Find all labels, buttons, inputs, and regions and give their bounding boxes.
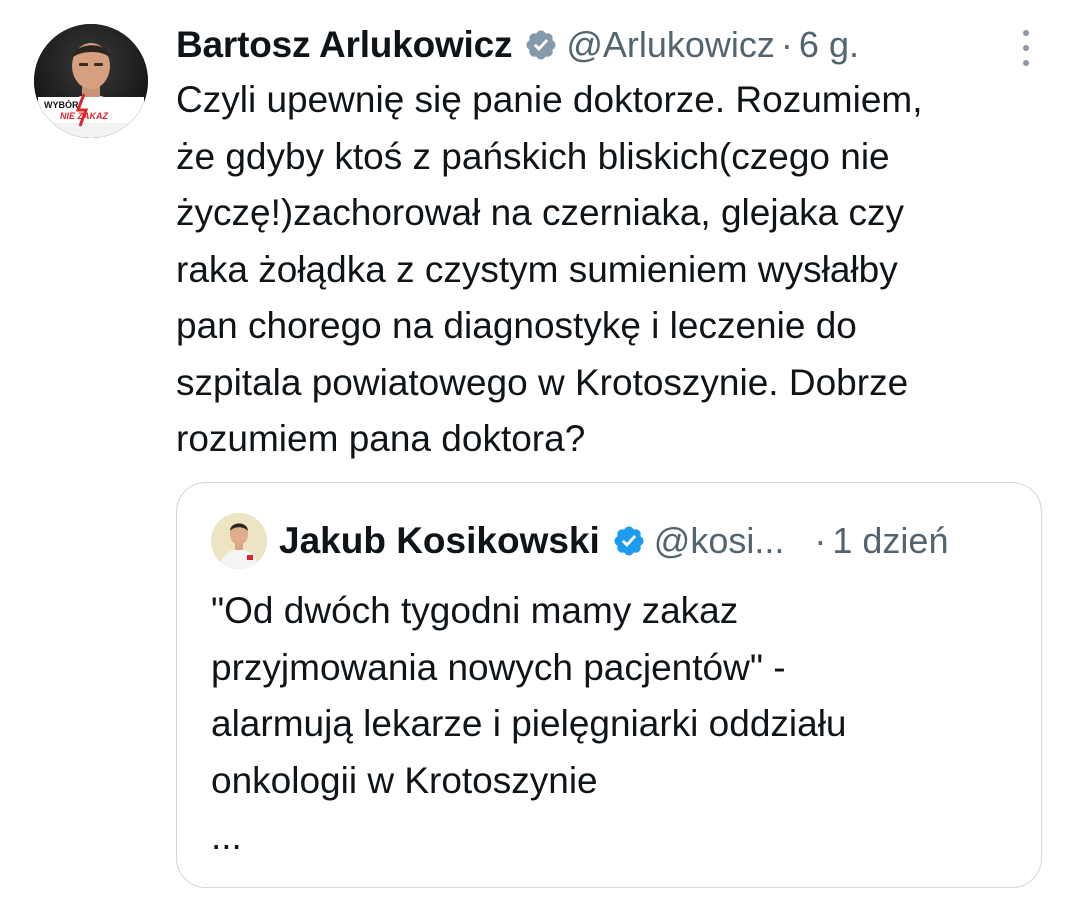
quoted-author-avatar[interactable] (211, 513, 267, 569)
quoted-text-line: alarmują lekarze i pielęgniarki oddziału (211, 703, 847, 744)
quoted-tweet-text: "Od dwóch tygodni mamy zakaz przyjmowani… (211, 583, 1021, 866)
quoted-text-line: przyjmowania nowych pacjentów" - (211, 646, 786, 688)
more-vertical-icon[interactable] (1018, 30, 1034, 66)
svg-text:WYBÓR: WYBÓR (44, 99, 79, 110)
more-dot (1023, 30, 1029, 36)
quoted-meta-separator: · (814, 520, 827, 561)
quoted-author-avatar-image (211, 513, 267, 569)
more-dot (1023, 60, 1029, 66)
tweet-text-line: raka żołądka z czystym sumieniem wysłałb… (176, 248, 898, 290)
author-avatar-image: WYBÓR NIE ZAKAZ (34, 24, 148, 138)
quoted-tweet-card[interactable]: Jakub Kosikowski @kosi... · 1 dzień "Od … (176, 482, 1042, 888)
quoted-text-line: "Od dwóch tygodni mamy zakaz (211, 590, 739, 631)
tweet-text: Czyli upewnię się panie doktorze. Rozumi… (176, 72, 1046, 468)
tweet-text-line: pan chorego na diagnostykę i leczenie do (176, 305, 857, 346)
quoted-author-handle[interactable]: @kosi... (654, 520, 785, 562)
tweet-text-line: rozumiem pana doktora? (176, 418, 586, 459)
verified-badge-icon (612, 524, 646, 558)
quoted-tweet-time[interactable]: 1 dzień (832, 520, 948, 562)
more-dot (1023, 45, 1029, 51)
tweet-text-line: Czyli upewnię się panie doktorze. Rozumi… (176, 79, 923, 120)
meta-separator: · (780, 24, 793, 65)
quoted-author-name[interactable]: Jakub Kosikowski (279, 520, 600, 562)
verified-badge-icon (524, 28, 558, 62)
author-avatar[interactable]: WYBÓR NIE ZAKAZ (34, 24, 148, 138)
tweet-time[interactable]: 6 g. (799, 24, 859, 66)
tweet-text-line: życzę!)zachorował na czerniaka, glejaka … (176, 192, 904, 233)
quoted-tweet-header: Jakub Kosikowski @kosi... · 1 dzień (279, 517, 948, 565)
tweet-text-line: szpitala powiatowego w Krotoszynie. Dobr… (176, 361, 909, 403)
quoted-text-ellipsis: ... (211, 816, 242, 857)
author-handle[interactable]: @Arlukowicz (566, 24, 775, 66)
author-name[interactable]: Bartosz Arlukowicz (176, 24, 513, 66)
tweet-text-line: że gdyby ktoś z pańskich bliskich(czego … (176, 135, 890, 177)
quoted-text-line: onkologii w Krotoszynie (211, 759, 598, 801)
tweet-header: Bartosz Arlukowicz @Arlukowicz · 6 g. (176, 20, 859, 70)
